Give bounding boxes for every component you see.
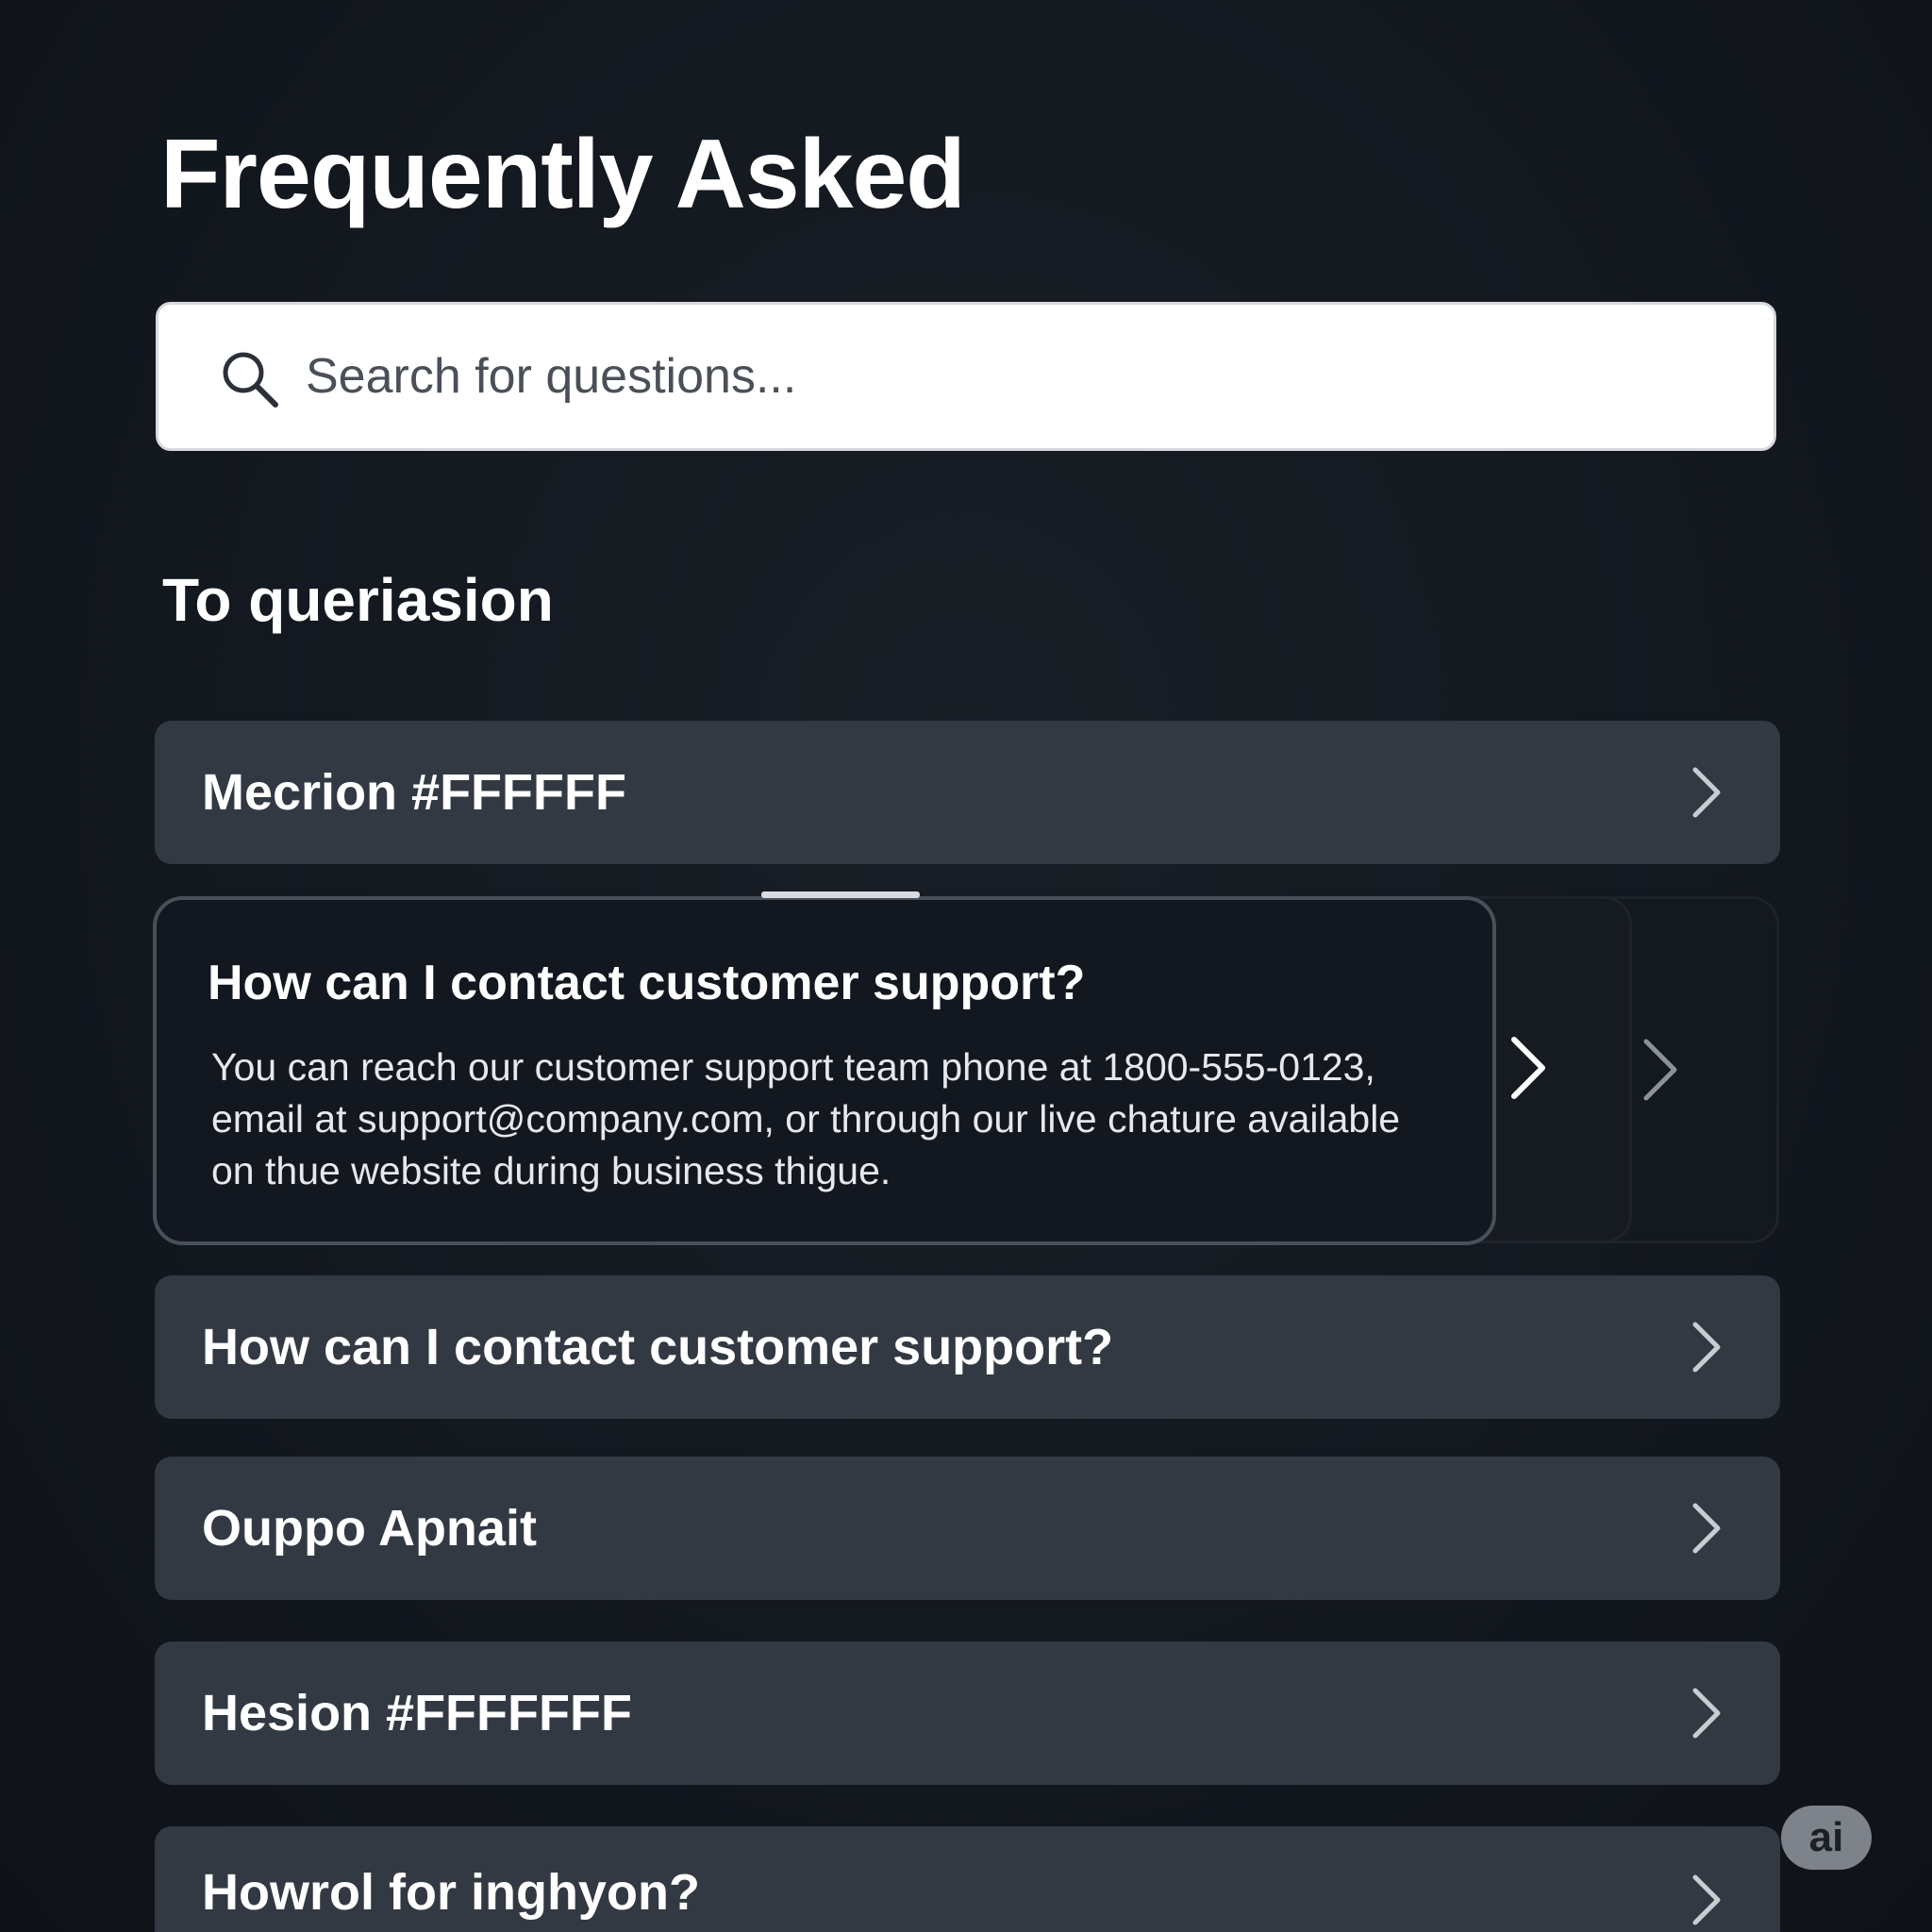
chevron-right-icon[interactable] [1507,1034,1548,1102]
search-box[interactable] [156,302,1776,451]
faq-item[interactable]: Hesion #FFFFFFF [155,1641,1780,1785]
faq-expanded-card[interactable]: How can I contact customer support? You … [153,896,1496,1245]
faq-item-label: How can I contact customer support? [202,1319,1114,1375]
expanded-answer: You can reach our customer support team … [211,1045,1401,1192]
search-icon [223,352,278,408]
chevron-right-icon [1692,1503,1721,1554]
chevron-right-icon[interactable] [1639,1036,1680,1104]
faq-item-label: Mecrion #FFFFFF [202,764,626,821]
chevron-right-icon [1692,1322,1721,1373]
faq-item[interactable]: Mecrion #FFFFFF [155,721,1780,864]
page-title: Frequently Asked [160,120,966,229]
drag-handle[interactable] [761,891,920,898]
faq-item[interactable]: Ouppo Apnait [155,1457,1780,1600]
faq-item[interactable]: Howrol for inghyon? [155,1826,1780,1932]
section-title: To queriasion [162,566,554,634]
chevron-right-icon [1692,1874,1721,1925]
faq-item-label: Ouppo Apnait [202,1500,537,1557]
faq-item-label: Howrol for inghyon? [202,1864,700,1921]
expanded-question: How can I contact customer support? [208,956,1086,1010]
faq-item[interactable]: How can I contact customer support? [155,1275,1780,1419]
faq-item-label: Hesion #FFFFFFF [202,1685,632,1741]
search-input[interactable] [306,331,1721,422]
ai-assistant-button[interactable]: ai [1781,1806,1872,1870]
chevron-right-icon [1692,1688,1721,1739]
chevron-right-icon [1692,767,1721,818]
